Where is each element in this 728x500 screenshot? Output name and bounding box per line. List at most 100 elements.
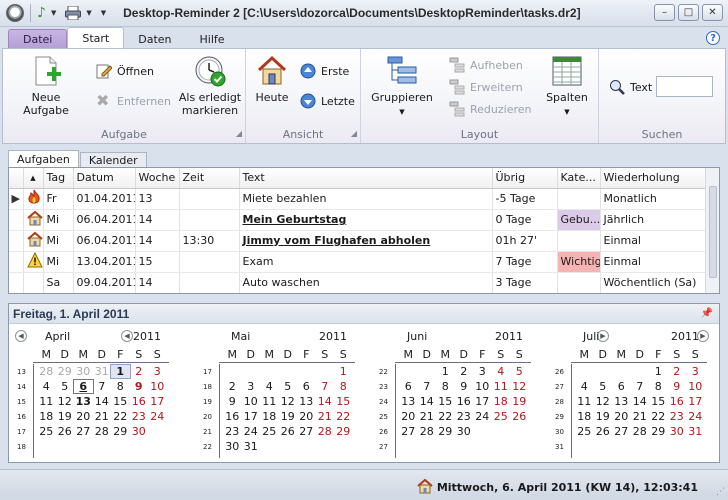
calendar-day[interactable]: 24: [686, 410, 705, 423]
calendar-day[interactable]: 2: [223, 380, 242, 393]
calendar-day[interactable]: 12: [56, 395, 75, 408]
columns-button[interactable]: Spalten ▼: [541, 55, 593, 119]
chevron-down-icon[interactable]: ▼: [51, 9, 56, 17]
calendar-day[interactable]: 18: [575, 410, 594, 423]
calendar-day[interactable]: 10: [473, 380, 492, 393]
calendar-day[interactable]: 21: [631, 410, 650, 423]
calendar-day[interactable]: 4: [575, 380, 594, 393]
calendar-day[interactable]: 15: [111, 395, 130, 408]
calendar-day[interactable]: 12: [510, 380, 529, 393]
resize-grip-icon[interactable]: ⋰: [716, 487, 725, 497]
calendar-day[interactable]: 9: [223, 395, 242, 408]
today-button[interactable]: Heute: [252, 55, 292, 104]
calendar-day[interactable]: 8: [111, 380, 130, 393]
calendar-day[interactable]: 28: [93, 425, 112, 438]
calendar-day[interactable]: 14: [418, 395, 437, 408]
header-text[interactable]: Text: [239, 168, 493, 189]
prev-year-icon[interactable]: ◀: [121, 330, 133, 342]
calendar-day[interactable]: 14: [631, 395, 650, 408]
calendar-day[interactable]: 6: [399, 380, 418, 393]
calendar-day[interactable]: 25: [37, 425, 56, 438]
calendar-day[interactable]: 6: [73, 379, 94, 394]
calendar-day[interactable]: 5: [510, 365, 529, 378]
table-row[interactable]: Mi 06.04.2011 14 Mein Geburtstag 0 Tage Gebu.…: [9, 209, 708, 231]
calendar-day[interactable]: 4: [37, 380, 56, 393]
calendar-day[interactable]: 28: [316, 425, 335, 438]
dialog-launcher-icon[interactable]: ◢: [236, 129, 242, 138]
chevron-down-icon[interactable]: ▼: [86, 9, 91, 17]
calendar-day[interactable]: 23: [223, 425, 242, 438]
calendar-day[interactable]: 8: [649, 380, 668, 393]
calendar-day[interactable]: 29: [56, 365, 75, 378]
new-task-button[interactable]: Neue Aufgabe: [9, 55, 83, 117]
calendar-day[interactable]: 18: [492, 395, 511, 408]
calendar-day[interactable]: 22: [649, 410, 668, 423]
expand-button[interactable]: Erweitern: [449, 79, 523, 95]
calendar-day[interactable]: 20: [612, 410, 631, 423]
open-button[interactable]: Öffnen: [96, 63, 154, 79]
calendar-day[interactable]: 1: [110, 364, 131, 379]
help-icon[interactable]: ?: [706, 31, 720, 45]
calendar-day[interactable]: 16: [455, 395, 474, 408]
calendar-day[interactable]: 27: [74, 425, 93, 438]
lift-button[interactable]: Aufheben: [449, 57, 523, 73]
calendar-day[interactable]: 30: [455, 425, 474, 438]
mark-done-button[interactable]: Als erledigt markieren: [177, 55, 243, 117]
calendar-day[interactable]: 21: [316, 410, 335, 423]
prev-month-icon[interactable]: ◀: [15, 330, 27, 342]
calendar-day[interactable]: 12: [594, 395, 613, 408]
search-input[interactable]: [656, 76, 713, 97]
last-button[interactable]: Letzte: [300, 93, 355, 109]
calendar-day[interactable]: 25: [575, 425, 594, 438]
calendar-day[interactable]: 8: [334, 380, 353, 393]
calendar-day[interactable]: 31: [242, 440, 261, 453]
calendar-day[interactable]: 11: [492, 380, 511, 393]
calendar-day[interactable]: 9: [455, 380, 474, 393]
calendar-day[interactable]: 21: [418, 410, 437, 423]
calendar-day[interactable]: 17: [148, 395, 167, 408]
calendar-day[interactable]: 23: [130, 410, 149, 423]
calendar-day[interactable]: 3: [242, 380, 261, 393]
calendar-day[interactable]: 26: [56, 425, 75, 438]
calendar-day[interactable]: 31: [93, 365, 112, 378]
tab-kalender[interactable]: Kalender: [79, 152, 147, 168]
calendar-day[interactable]: 2: [455, 365, 474, 378]
calendar-day[interactable]: 30: [668, 425, 687, 438]
calendar-day[interactable]: 3: [148, 365, 167, 378]
calendar-day[interactable]: 19: [279, 410, 298, 423]
calendar-day[interactable]: 29: [334, 425, 353, 438]
pin-icon[interactable]: 📌: [701, 308, 713, 319]
tab-start[interactable]: Start: [67, 27, 125, 49]
group-button[interactable]: Gruppieren ▼: [367, 55, 437, 119]
calendar-day[interactable]: 21: [93, 410, 112, 423]
calendar-day[interactable]: 16: [668, 395, 687, 408]
header-kategorie[interactable]: Kate...: [557, 168, 601, 189]
calendar-day[interactable]: 11: [260, 395, 279, 408]
calendar-day[interactable]: 27: [399, 425, 418, 438]
calendar-day[interactable]: 23: [455, 410, 474, 423]
calendar-day[interactable]: 5: [594, 380, 613, 393]
grid-scrollbar[interactable]: [705, 168, 719, 293]
table-row[interactable]: Mi 13.04.2011 15 Exam 7 Tage Wichtig Einmal: [9, 251, 708, 273]
calendar-day[interactable]: 18: [37, 410, 56, 423]
customize-qat-icon[interactable]: ▼: [101, 9, 106, 17]
calendar-day[interactable]: 19: [56, 410, 75, 423]
calendar-day[interactable]: 20: [399, 410, 418, 423]
calendar-day[interactable]: 14: [316, 395, 335, 408]
calendar-day[interactable]: 11: [37, 395, 56, 408]
calendar-day[interactable]: 15: [649, 395, 668, 408]
table-row[interactable]: ▶ Fr 01.04.2011 13 Miete bezahlen -5 Tage Mona…: [9, 188, 708, 210]
calendar-day[interactable]: 4: [260, 380, 279, 393]
calendar-day[interactable]: 27: [612, 425, 631, 438]
calendar-day[interactable]: 7: [316, 380, 335, 393]
printer-icon[interactable]: [65, 3, 82, 23]
calendar-day[interactable]: 20: [74, 410, 93, 423]
remove-button[interactable]: ✖ Entfernen: [96, 93, 171, 109]
header-datum[interactable]: Datum: [73, 168, 136, 189]
reduce-button[interactable]: Reduzieren: [449, 101, 532, 117]
header-uebrig[interactable]: Übrig: [492, 168, 558, 189]
calendar-day[interactable]: 20: [297, 410, 316, 423]
calendar-day[interactable]: 30: [74, 365, 93, 378]
calendar-day[interactable]: 26: [594, 425, 613, 438]
header-sort-icon[interactable]: ▲: [23, 168, 44, 189]
